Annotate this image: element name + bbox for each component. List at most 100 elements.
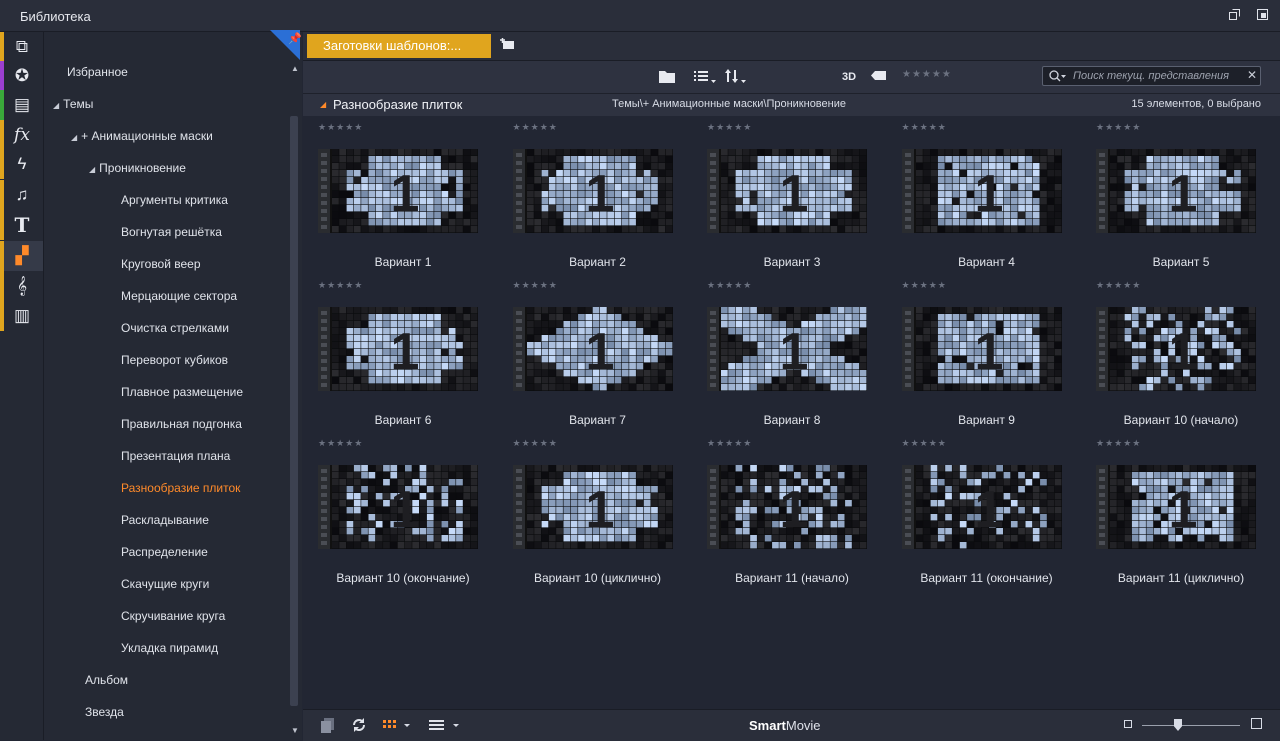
- expand-arrow-icon[interactable]: ◢: [89, 165, 95, 174]
- templates-box-icon[interactable]: ⧉: [11, 36, 33, 58]
- detach-window-icon[interactable]: [1257, 9, 1268, 20]
- music-note-icon[interactable]: ♫: [11, 184, 33, 206]
- zoom-slider-track[interactable]: [1142, 725, 1240, 726]
- treble-clef-icon[interactable]: 𝄞: [11, 275, 33, 297]
- thumbnail[interactable]: 1: [1096, 465, 1256, 549]
- template-card[interactable]: ★★★★★ 1 Вариант 2: [501, 119, 695, 277]
- template-card[interactable]: ★★★★★ 1 Вариант 10 (начало): [1084, 277, 1278, 435]
- add-tab-icon[interactable]: [500, 38, 516, 52]
- search-input[interactable]: [1073, 68, 1243, 84]
- rating-stars[interactable]: ★★★★★: [318, 438, 363, 449]
- thumbnail[interactable]: 1: [512, 465, 673, 549]
- rating-stars[interactable]: ★★★★★: [1096, 122, 1141, 133]
- clear-search-icon[interactable]: ✕: [1247, 68, 1257, 82]
- thumbnail[interactable]: 1: [1096, 149, 1256, 233]
- template-card[interactable]: ★★★★★ 1 Вариант 8: [695, 277, 889, 435]
- template-card[interactable]: ★★★★★ 1 Вариант 10 (окончание): [306, 435, 500, 593]
- thumbnail[interactable]: 1: [707, 149, 867, 233]
- grid-view-icon[interactable]: [383, 717, 411, 736]
- tree-item[interactable]: Вогнутая решётка: [121, 222, 222, 242]
- template-card[interactable]: ★★★★★ 1 Вариант 11 (начало): [695, 435, 889, 593]
- tree-item[interactable]: ◢ Темы: [53, 94, 93, 114]
- category-lightning[interactable]: ϟ: [0, 149, 43, 179]
- folder-icon[interactable]: [659, 69, 675, 85]
- tree-item[interactable]: Правильная подгонка: [121, 414, 242, 434]
- expand-arrow-icon[interactable]: ◢: [71, 133, 77, 142]
- category-film-reel[interactable]: ✪: [0, 61, 43, 91]
- sort-dropdown-icon[interactable]: [725, 69, 749, 85]
- tree-item[interactable]: Разнообразие плиток: [121, 478, 240, 498]
- rating-stars[interactable]: ★★★★★: [707, 438, 752, 449]
- thumbnail[interactable]: 1: [318, 149, 478, 233]
- pin-corner[interactable]: 📌: [270, 30, 302, 60]
- tree-item[interactable]: Раскладывание: [121, 510, 209, 530]
- tree-item[interactable]: Аргументы критика: [121, 190, 228, 210]
- template-card[interactable]: ★★★★★ 1 Вариант 11 (циклично): [1084, 435, 1278, 593]
- title-text-icon[interactable]: T: [11, 214, 33, 236]
- montage-icon[interactable]: ▞: [11, 245, 33, 267]
- tree-item[interactable]: Плавное размещение: [121, 382, 243, 402]
- piano-icon[interactable]: ▥: [11, 305, 33, 327]
- tree-item[interactable]: Презентация плана: [121, 446, 230, 466]
- 3d-filter-button[interactable]: 3D: [842, 69, 856, 85]
- thumbnail[interactable]: 1: [901, 149, 1062, 233]
- category-templates-box[interactable]: ⧉: [0, 32, 43, 62]
- rating-stars[interactable]: ★★★★★: [1096, 280, 1141, 291]
- thumbnail[interactable]: 1: [512, 149, 673, 233]
- tree-item[interactable]: Переворот кубиков: [121, 350, 228, 370]
- category-fx[interactable]: fx: [0, 120, 43, 150]
- scroll-up-arrow-icon[interactable]: ▲: [291, 64, 299, 73]
- restore-window-icon[interactable]: [1229, 9, 1240, 20]
- tree-item[interactable]: Распределение: [121, 542, 208, 562]
- rating-stars[interactable]: ★★★★★: [902, 280, 947, 291]
- template-card[interactable]: ★★★★★ 1 Вариант 7: [501, 277, 695, 435]
- thumbnail[interactable]: 1: [901, 307, 1062, 391]
- category-treble-clef[interactable]: 𝄞: [0, 271, 43, 301]
- rating-stars[interactable]: ★★★★★: [707, 280, 752, 291]
- template-card[interactable]: ★★★★★ 1 Вариант 1: [306, 119, 500, 277]
- template-card[interactable]: ★★★★★ 1 Вариант 5: [1084, 119, 1278, 277]
- zoom-slider-handle[interactable]: [1174, 719, 1182, 731]
- template-card[interactable]: ★★★★★ 1 Вариант 10 (циклично): [501, 435, 695, 593]
- template-card[interactable]: ★★★★★ 1 Вариант 9: [890, 277, 1084, 435]
- tree-scrollbar[interactable]: [290, 116, 298, 706]
- lightning-icon[interactable]: ϟ: [11, 153, 33, 175]
- thumbnail[interactable]: 1: [512, 307, 673, 391]
- thumbnail[interactable]: 1: [901, 465, 1062, 549]
- thumbnail[interactable]: 1: [318, 307, 478, 391]
- tree-item[interactable]: Очистка стрелками: [121, 318, 229, 338]
- rating-stars[interactable]: ★★★★★: [902, 438, 947, 449]
- rating-filter-stars[interactable]: ★★★★★: [902, 69, 952, 80]
- rating-stars[interactable]: ★★★★★: [1096, 438, 1141, 449]
- tree-item[interactable]: ◢ + Анимационные маски: [71, 126, 213, 146]
- tree-item[interactable]: ◢ Проникновение: [89, 158, 186, 178]
- category-title-text[interactable]: T: [0, 210, 43, 240]
- collapse-group-icon[interactable]: ◢: [320, 100, 326, 109]
- view-list-dropdown-icon[interactable]: [694, 69, 718, 85]
- zoom-large-icon[interactable]: [1251, 718, 1262, 729]
- thumbnail[interactable]: 1: [707, 465, 867, 549]
- expand-arrow-icon[interactable]: ◢: [53, 101, 59, 110]
- scroll-down-arrow-icon[interactable]: ▼: [291, 726, 299, 735]
- category-photos[interactable]: ▤: [0, 90, 43, 120]
- rating-stars[interactable]: ★★★★★: [707, 122, 752, 133]
- pages-icon[interactable]: [320, 717, 336, 736]
- search-icon[interactable]: [1049, 69, 1067, 86]
- zoom-small-icon[interactable]: [1124, 720, 1132, 728]
- refresh-icon[interactable]: [351, 717, 367, 736]
- rating-stars[interactable]: ★★★★★: [318, 280, 363, 291]
- tab-templates[interactable]: Заготовки шаблонов:...: [307, 34, 491, 58]
- template-card[interactable]: ★★★★★ 1 Вариант 3: [695, 119, 889, 277]
- rating-stars[interactable]: ★★★★★: [513, 122, 558, 133]
- category-music-note[interactable]: ♫: [0, 180, 43, 210]
- tree-item[interactable]: Скручивание круга: [121, 606, 225, 626]
- thumbnail[interactable]: 1: [707, 307, 867, 391]
- thumbnail[interactable]: 1: [318, 465, 478, 549]
- template-card[interactable]: ★★★★★ 1 Вариант 11 (окончание): [890, 435, 1084, 593]
- tree-item[interactable]: Звезда: [85, 702, 124, 722]
- tree-item[interactable]: Альбом: [85, 670, 128, 690]
- tree-item[interactable]: Укладка пирамид: [121, 638, 218, 658]
- tree-item[interactable]: Избранное: [67, 62, 128, 82]
- tree-item[interactable]: Круговой веер: [121, 254, 201, 274]
- thumbnail[interactable]: 1: [1096, 307, 1256, 391]
